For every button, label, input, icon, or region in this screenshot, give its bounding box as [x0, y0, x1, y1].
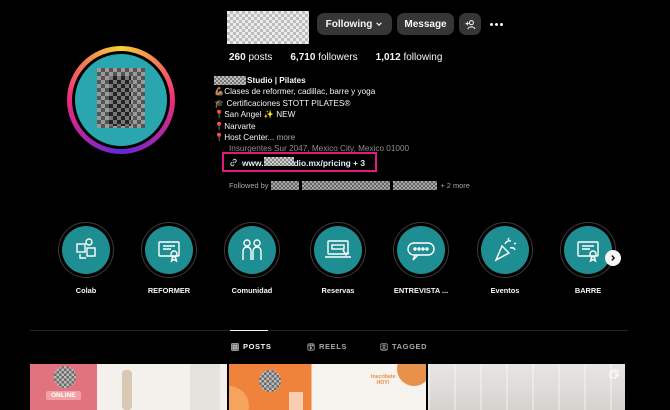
more-dots-icon [489, 22, 493, 26]
online-badge: ONLINE [46, 391, 81, 400]
reels-icon [307, 342, 315, 351]
profile-stats: 260 posts 6,710 followers 1,012 followin… [229, 52, 442, 63]
party-popper-icon [494, 237, 517, 262]
post-avatar [259, 370, 281, 392]
following-stat[interactable]: 1,012 following [376, 52, 443, 63]
highlight-entrevista[interactable]: ENTREVISTA ... [391, 222, 451, 295]
tab-reels[interactable]: REELS [307, 342, 347, 351]
post-tile[interactable] [428, 364, 625, 410]
chevron-right-icon [611, 255, 616, 261]
highlights-next-button[interactable] [605, 250, 621, 266]
bio-more-link[interactable]: more [277, 133, 296, 142]
post-decoration [397, 364, 426, 386]
highlight-reservas[interactable]: Reservas [308, 222, 368, 295]
website-link[interactable]: www. dio.mx/pricing + 3 [222, 152, 377, 172]
link-icon [230, 158, 237, 166]
active-tab-indicator [230, 330, 268, 331]
avatar-image [75, 54, 167, 146]
suggest-accounts-button[interactable] [459, 13, 481, 35]
followed-by[interactable]: Followed by + 2 more [229, 181, 470, 190]
highlight-colab[interactable]: Colab [56, 222, 116, 295]
highlight-comunidad[interactable]: Comunidad [222, 222, 282, 295]
more-options-button[interactable] [487, 13, 505, 35]
bio-line: 📍Narvarte [214, 121, 256, 131]
highlight-eventos[interactable]: Eventos [475, 222, 535, 295]
profile-bio: Studio | Pilates 💪🏽Clases de reformer, c… [214, 75, 464, 155]
people-icon [242, 239, 262, 260]
following-button[interactable]: Following [317, 13, 392, 35]
bio-line: 📍San Angel ✨ NEW [214, 110, 296, 120]
post-decoration [229, 386, 249, 410]
follower-name-redacted [393, 181, 438, 190]
link-redacted [263, 156, 294, 166]
posts-stat: 260 posts [229, 52, 273, 63]
follower-name-redacted [302, 181, 391, 190]
add-user-icon [464, 19, 475, 29]
bio-line: 📍Host Center... more [214, 133, 296, 143]
laptop-booking-icon [325, 240, 351, 258]
grid-icon [231, 342, 239, 351]
certificate-icon [577, 241, 599, 263]
profile-name: Studio | Pilates [214, 75, 464, 86]
tabs-divider [30, 330, 628, 331]
bio-line: 💪🏽Clases de reformer, cadillac, barre y … [214, 87, 376, 97]
certificate-icon [158, 241, 180, 263]
followers-stat[interactable]: 6,710 followers [290, 52, 357, 63]
post-tile[interactable]: Inscribete HOY! [229, 364, 426, 410]
chevron-down-icon [376, 22, 383, 26]
post-avatar [54, 366, 76, 388]
carousel-icon [609, 369, 619, 379]
message-button[interactable]: Message [397, 13, 454, 35]
collab-puzzle-icon [76, 238, 96, 259]
profile-avatar[interactable] [67, 46, 175, 154]
post-tile[interactable]: ONLINE [30, 364, 227, 410]
highlight-reformer[interactable]: REFORMER [139, 222, 199, 295]
tagged-icon [380, 342, 388, 351]
post-image-figure [122, 370, 132, 410]
post-caption: Inscribete HOY! [371, 374, 396, 386]
tab-tagged[interactable]: TAGGED [380, 342, 427, 351]
chat-bubble-icon [407, 242, 435, 261]
username-redacted [227, 11, 309, 44]
name-redacted [214, 76, 246, 86]
tab-posts[interactable]: POSTS [231, 342, 271, 351]
bio-line: 🎓 Certificaciones STOTT PILATES® [214, 98, 351, 108]
follower-name-redacted [271, 181, 300, 190]
